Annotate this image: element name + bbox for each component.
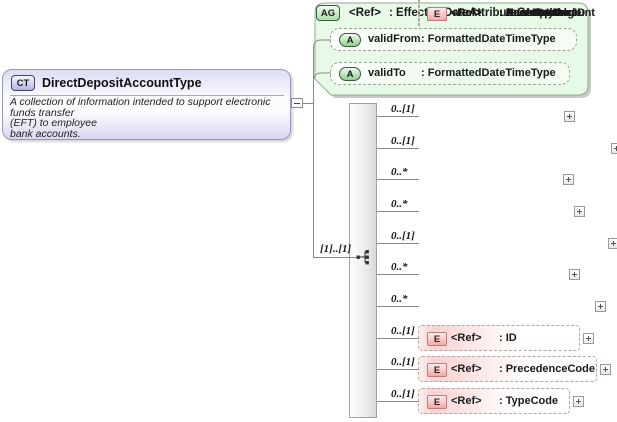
cardinality-label: 0..* [391,261,408,273]
attribute-validfrom[interactable]: A validFrom : FormattedDateTimeType [330,28,577,51]
expand-icon[interactable] [600,364,611,375]
cardinality-label: 0..[1] [391,325,415,337]
element-name: : ID [499,332,517,344]
sequence-cardinality: [1]..[1] [320,243,352,255]
expand-icon[interactable] [574,206,585,217]
element-ref: <Ref> [451,363,482,375]
attribute-validto[interactable]: A validTo : FormattedDateTimeType [330,62,570,85]
element-ref: <Ref> [451,395,482,407]
cardinality-label: 0..[1] [391,230,415,242]
expand-icon[interactable] [573,396,584,407]
cardinality-label: 0..[1] [391,388,415,400]
attribute-type: : FormattedDateTimeType [421,33,556,45]
cardinality-label: 0..* [391,293,408,305]
attribute-icon: A [339,67,361,81]
expand-icon[interactable] [563,174,574,185]
attribute-name: validFrom [368,33,421,45]
element-typecode[interactable]: E <Ref> : TypeCode [418,388,570,414]
element-ref: <Ref> [451,332,482,344]
complex-type-name: DirectDepositAccountType [42,76,202,90]
element-ref: <Ref> [451,7,482,19]
collapse-icon[interactable] [291,98,303,108]
attribute-name: validTo [368,67,406,79]
element-id[interactable]: E <Ref> : ID [418,325,580,351]
complex-type-icon: CT [11,75,35,91]
expand-icon[interactable] [564,111,575,122]
attribute-group-ref: <Ref> [349,7,381,19]
expand-icon[interactable] [595,301,606,312]
cardinality-label: 0..[1] [391,356,415,368]
element-name: : PrecedenceCode [499,363,595,375]
element-icon: E [427,7,447,21]
cardinality-label: 0..* [391,166,408,178]
attribute-type: : FormattedDateTimeType [421,67,556,79]
complex-type-description: A collection of information intended to … [10,96,271,140]
element-name: : UserArea [499,7,555,19]
expand-icon[interactable] [569,269,580,280]
attribute-icon: A [339,33,361,47]
cardinality-label: 0..[1] [391,135,415,147]
cardinality-label: 0..[1] [391,103,415,115]
element-precedencecode[interactable]: E <Ref> : PrecedenceCode [418,356,597,382]
complex-type-box[interactable]: CT DirectDepositAccountType A collection… [2,69,291,140]
cardinality-label: 0..* [391,198,408,210]
expand-icon[interactable] [611,143,617,154]
sequence-icon [356,250,369,265]
expand-icon[interactable] [608,238,617,249]
attribute-group-icon: AG [316,5,340,21]
expand-icon[interactable] [583,333,594,344]
element-userarea[interactable]: E <Ref> : UserArea [418,0,555,26]
xsd-diagram: CT DirectDepositAccountType A collection… [0,0,617,422]
element-name: : TypeCode [499,395,559,407]
